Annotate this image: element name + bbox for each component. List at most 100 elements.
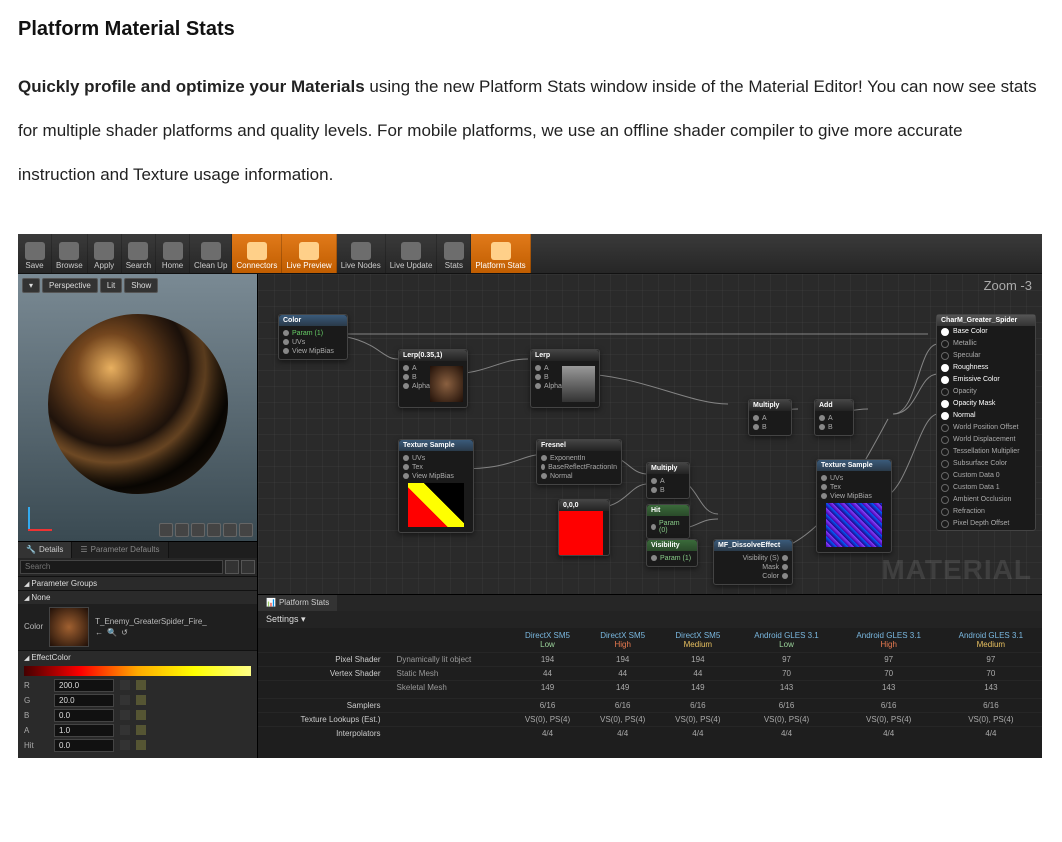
result-pin[interactable]: World Displacement xyxy=(937,434,1035,446)
node-add[interactable]: Add A B xyxy=(814,399,854,436)
result-pin[interactable]: Tessellation Multiplier xyxy=(937,446,1035,458)
spinner-icon[interactable] xyxy=(120,710,130,720)
group-parameter-groups[interactable]: Parameter Groups xyxy=(18,576,257,590)
channel-hit-value[interactable]: 0.0 xyxy=(54,739,114,752)
asset-back-icon[interactable]: ← xyxy=(95,628,103,637)
result-pin[interactable]: Metallic xyxy=(937,338,1035,350)
toolbar-search[interactable]: Search xyxy=(122,234,156,273)
pin-b[interactable]: B xyxy=(819,423,849,432)
stats-settings-dropdown[interactable]: Settings ▾ xyxy=(258,611,1042,628)
pin-uvs[interactable]: UVs xyxy=(821,474,887,483)
eye-icon[interactable] xyxy=(241,560,255,574)
spinner-icon[interactable] xyxy=(120,725,130,735)
pin-visibility[interactable]: Visibility (S) xyxy=(718,554,788,563)
toolbar-stats[interactable]: Stats xyxy=(437,234,471,273)
node-texture-sample-2[interactable]: Texture Sample UVs Tex View MipBias xyxy=(816,459,892,553)
reset-icon[interactable] xyxy=(136,695,146,705)
pin-b[interactable]: B xyxy=(753,423,787,432)
node-visibility[interactable]: Visibility Param (1) xyxy=(646,539,698,567)
pin-mipbias[interactable]: View MipBias xyxy=(403,472,469,481)
toolbar-home[interactable]: Home xyxy=(156,234,190,273)
node-multiply1[interactable]: Multiply A B xyxy=(646,462,690,499)
result-pin[interactable]: Custom Data 1 xyxy=(937,482,1035,494)
asset-find-icon[interactable]: 🔍 xyxy=(107,628,117,637)
channel-r-value[interactable]: 200.0 xyxy=(54,679,114,692)
tab-platform-stats[interactable]: 📊Platform Stats xyxy=(258,595,337,611)
pin-a[interactable]: A xyxy=(403,364,430,373)
node-hit[interactable]: Hit Param (0) xyxy=(646,504,690,539)
pin-uvs[interactable]: UVs xyxy=(283,338,343,347)
viewport-menu-icon[interactable]: ▾ xyxy=(22,278,40,293)
node-mf-dissolve[interactable]: MF_DissolveEffect Visibility (S) Mask Co… xyxy=(713,539,793,585)
toolbar-live-nodes[interactable]: Live Nodes xyxy=(337,234,386,273)
shape-cylinder-icon[interactable] xyxy=(159,523,173,537)
result-pin[interactable]: Opacity Mask xyxy=(937,398,1035,410)
channel-b-value[interactable]: 0.0 xyxy=(54,709,114,722)
toolbar-save[interactable]: Save xyxy=(18,234,52,273)
node-fresnel[interactable]: Fresnel ExponentIn BaseReflectFractionIn… xyxy=(536,439,622,485)
toolbar-live-preview[interactable]: Live Preview xyxy=(282,234,336,273)
shape-sphere-icon[interactable] xyxy=(175,523,189,537)
color-gradient[interactable] xyxy=(24,666,251,676)
filter-icon[interactable] xyxy=(225,560,239,574)
toolbar-cleanup[interactable]: Clean Up xyxy=(190,234,232,273)
reset-icon[interactable] xyxy=(136,680,146,690)
pin-color[interactable]: Color xyxy=(718,572,788,581)
pin-tex[interactable]: Tex xyxy=(403,463,469,472)
shape-plane-icon[interactable] xyxy=(191,523,205,537)
node-result[interactable]: CharM_Greater_Spider Base ColorMetallicS… xyxy=(936,314,1036,531)
spinner-icon[interactable] xyxy=(120,680,130,690)
reset-icon[interactable] xyxy=(136,710,146,720)
pin-b[interactable]: B xyxy=(535,373,562,382)
pin-a[interactable]: A xyxy=(753,414,787,423)
pin-alpha[interactable]: Alpha xyxy=(535,382,562,391)
reset-icon[interactable] xyxy=(136,725,146,735)
channel-g-value[interactable]: 20.0 xyxy=(54,694,114,707)
tab-details[interactable]: 🔧Details xyxy=(18,542,72,558)
result-pin[interactable]: Roughness xyxy=(937,362,1035,374)
pin-a[interactable]: A xyxy=(819,414,849,423)
node-multiply2[interactable]: Multiply A B xyxy=(748,399,792,436)
toolbar-platform-stats[interactable]: Platform Stats xyxy=(471,234,530,273)
pin-b[interactable]: B xyxy=(651,486,685,495)
group-effectcolor[interactable]: EffectColor xyxy=(18,650,257,664)
node-lerp1[interactable]: Lerp(0.35,1) A B Alpha xyxy=(398,349,468,408)
toolbar-connectors[interactable]: Connectors xyxy=(232,234,282,273)
pin-exponent[interactable]: ExponentIn xyxy=(541,454,617,463)
details-search-input[interactable] xyxy=(20,560,223,574)
pin-a[interactable]: A xyxy=(651,477,685,486)
texture-name[interactable]: T_Enemy_GreaterSpider_Fire_ xyxy=(95,617,251,626)
pin-a[interactable]: A xyxy=(535,364,562,373)
result-pin[interactable]: Opacity xyxy=(937,386,1035,398)
node-constant[interactable]: 0,0,0 xyxy=(558,499,610,556)
viewport[interactable]: ▾ Perspective Lit Show xyxy=(18,274,257,542)
shape-mesh-icon[interactable] xyxy=(223,523,237,537)
viewport-show[interactable]: Show xyxy=(124,278,158,293)
spinner-icon[interactable] xyxy=(120,740,130,750)
pin-mask[interactable]: Mask xyxy=(718,563,788,572)
result-pin[interactable]: Refraction xyxy=(937,506,1035,518)
shape-teapot-icon[interactable] xyxy=(239,523,253,537)
tab-parameter-defaults[interactable]: ☰Parameter Defaults xyxy=(72,542,168,558)
channel-a-value[interactable]: 1.0 xyxy=(54,724,114,737)
pin-b[interactable]: B xyxy=(403,373,430,382)
graph-canvas[interactable]: Zoom -3 MATERIAL xyxy=(258,274,1042,594)
pin-basereflect[interactable]: BaseReflectFractionIn xyxy=(541,463,617,472)
pin-uvs[interactable]: UVs xyxy=(403,454,469,463)
pin-tex[interactable]: Tex xyxy=(821,483,887,492)
node-color[interactable]: Color Param (1) UVs View MipBias xyxy=(278,314,348,360)
result-pin[interactable]: Subsurface Color xyxy=(937,458,1035,470)
reset-icon[interactable] xyxy=(136,740,146,750)
pin-mipbias[interactable]: View MipBias xyxy=(821,492,887,501)
shape-cube-icon[interactable] xyxy=(207,523,221,537)
result-pin[interactable]: Ambient Occlusion xyxy=(937,494,1035,506)
node-texture-sample[interactable]: Texture Sample UVs Tex View MipBias xyxy=(398,439,474,533)
node-lerp2[interactable]: Lerp A B Alpha xyxy=(530,349,600,408)
asset-reset-icon[interactable]: ↺ xyxy=(121,628,128,637)
result-pin[interactable]: World Position Offset xyxy=(937,422,1035,434)
texture-thumbnail[interactable] xyxy=(49,607,89,647)
result-pin[interactable]: Specular xyxy=(937,350,1035,362)
group-none[interactable]: None xyxy=(18,590,257,604)
viewport-shading[interactable]: Lit xyxy=(100,278,122,293)
result-pin[interactable]: Pixel Depth Offset xyxy=(937,518,1035,530)
